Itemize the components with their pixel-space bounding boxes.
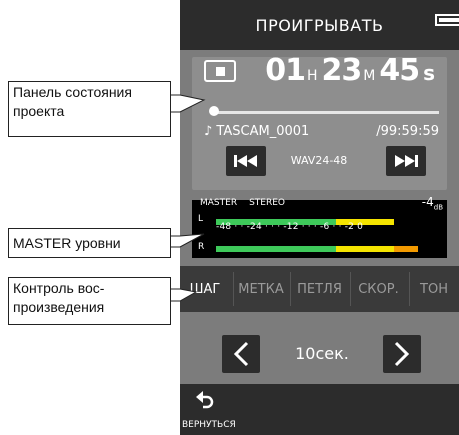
tab-pitch[interactable]: ТОН bbox=[410, 266, 458, 312]
unit-hours: H bbox=[306, 68, 318, 84]
level-bar-r-orange bbox=[394, 246, 418, 252]
audio-format: WAV24-48 bbox=[290, 154, 348, 167]
level-bar-r-green bbox=[216, 246, 336, 252]
meter-db-value: -4 bbox=[421, 195, 434, 209]
step-forward-button[interactable] bbox=[383, 335, 421, 373]
chevron-left-icon bbox=[233, 341, 249, 367]
project-status-panel: 01 H 23 M 45 s ♪ TASCAM_0001 /99:59:59 WAV24-… bbox=[192, 53, 447, 190]
meter-db-readout: -4dB bbox=[422, 195, 443, 211]
seek-bar[interactable] bbox=[214, 111, 439, 114]
unit-seconds: s bbox=[423, 61, 435, 85]
back-button[interactable]: ВЕРНУТЬСЯ bbox=[180, 384, 250, 435]
tab-marker[interactable]: МЕТКА bbox=[234, 266, 288, 312]
callout-playback-control: Контроль вос- произведения bbox=[8, 277, 171, 325]
seek-handle[interactable] bbox=[209, 106, 219, 116]
tab-speed[interactable]: СКОР. bbox=[351, 266, 406, 312]
callout-playback-line2: произведения bbox=[13, 299, 105, 315]
tab-step[interactable]: ШАГ bbox=[180, 266, 230, 312]
skip-back-button[interactable] bbox=[226, 146, 266, 176]
step-value: 10сек. bbox=[295, 344, 349, 363]
battery-icon bbox=[435, 14, 459, 26]
meter-title: MASTER STEREO bbox=[200, 198, 297, 208]
meter-db-unit: dB bbox=[433, 203, 443, 212]
back-label: ВЕРНУТЬСЯ bbox=[182, 420, 236, 430]
unit-minutes: M bbox=[363, 68, 376, 84]
playback-tabs: ШАГ МЕТКА ПЕТЛЯ СКОР. ТОН bbox=[180, 266, 459, 312]
master-level-meter: MASTER STEREO -4dB L -48 · · -24 · · · -1… bbox=[192, 195, 447, 258]
screen-title: ПРОИГРЫВАТЬ bbox=[255, 15, 384, 35]
callout-master-levels: MASTER уровни bbox=[8, 228, 171, 258]
screen-footer: ВЕРНУТЬСЯ bbox=[180, 384, 459, 435]
elapsed-time: 01 H 23 M 45 s bbox=[265, 53, 439, 88]
meter-scale: -48 · · -24 · · · -12 · · · -6 · · -2 0 bbox=[216, 222, 364, 232]
time-minutes: 23 bbox=[321, 53, 363, 88]
time-seconds: 45 bbox=[379, 53, 420, 88]
meter-label-master: MASTER bbox=[200, 198, 238, 208]
callout-project-panel-line1: Панель состояния bbox=[13, 84, 132, 100]
tab-loop[interactable]: ПЕТЛЯ bbox=[291, 266, 348, 312]
playback-control-area: 10сек. bbox=[180, 312, 459, 384]
recorder-screen: ПРОИГРЫВАТЬ 01 H 23 M 45 s ♪ TASCAM_0001 /99:… bbox=[180, 0, 459, 435]
screen-header: ПРОИГРЫВАТЬ bbox=[180, 0, 459, 50]
callout-project-panel-line2: проекта bbox=[13, 103, 65, 119]
channel-l-label: L bbox=[198, 214, 204, 224]
level-bar-r-yellow bbox=[336, 246, 394, 252]
chevron-right-icon bbox=[394, 341, 410, 367]
skip-back-icon bbox=[234, 155, 257, 167]
remaining-time: /99:59:59 bbox=[376, 124, 439, 139]
back-arrow-icon bbox=[196, 391, 214, 409]
file-name: ♪ TASCAM_0001 bbox=[204, 124, 310, 139]
stop-icon[interactable] bbox=[204, 60, 236, 82]
skip-forward-icon bbox=[395, 155, 418, 167]
meter-label-stereo: STEREO bbox=[249, 198, 285, 208]
step-back-button[interactable] bbox=[222, 335, 260, 373]
channel-r-label: R bbox=[198, 242, 205, 252]
skip-forward-button[interactable] bbox=[386, 146, 426, 176]
time-hours: 01 bbox=[265, 53, 306, 88]
callout-project-panel: Панель состояния проекта bbox=[8, 81, 171, 137]
callout-master-levels-text: MASTER уровни bbox=[13, 235, 121, 251]
callout-playback-line1: Контроль вос- bbox=[13, 280, 105, 296]
